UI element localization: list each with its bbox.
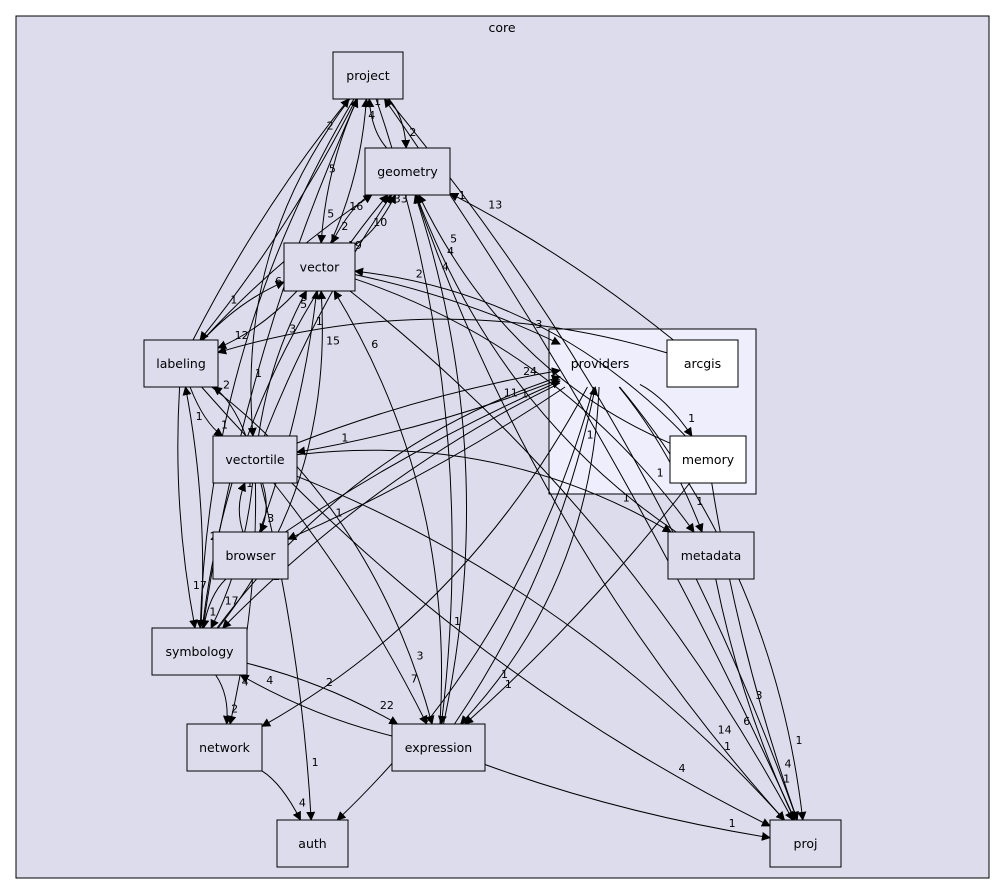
edge-label-project-to-labeling[interactable]: 1 xyxy=(230,293,237,306)
edge-label-symbology-to-vector[interactable]: 15 xyxy=(326,334,340,347)
edge-label-providers-to-browser[interactable]: 1 xyxy=(335,506,342,519)
edge-label-expression-to-proj[interactable]: 1 xyxy=(729,817,736,830)
edge-label-vectortile-to-metadata[interactable]: 1 xyxy=(623,492,630,505)
edge-label-labeling-to-geometry[interactable]: 16 xyxy=(349,200,363,213)
edge-label-browser-to-vector[interactable]: 1 xyxy=(316,315,323,328)
edge-label-vector-to-project[interactable]: 4 xyxy=(368,109,375,122)
node-providers[interactable]: providers xyxy=(571,356,630,371)
edge-label-vectortile-to-proj[interactable]: 1 xyxy=(724,740,731,753)
node-label-symbology[interactable]: symbology xyxy=(165,644,234,659)
edge-label-metadata-to-proj[interactable]: 1 xyxy=(783,772,790,785)
dependency-graph: core 21541212513123316101913544143126511… xyxy=(15,15,990,879)
edge-label-providers-to-metadata[interactable]: 1 xyxy=(696,495,703,508)
cluster-core xyxy=(15,15,990,879)
edge-label-arcgis-to-geometry[interactable]: 13 xyxy=(488,199,502,212)
edge-label-labeling-to-vector[interactable]: 6 xyxy=(275,275,282,288)
edge-label-labeling-to-symbology[interactable]: 17 xyxy=(193,579,207,592)
edge-label-labeling-to-vectortile[interactable]: 1 xyxy=(221,418,228,431)
edge-label-symbology-to-providers[interactable]: 11 xyxy=(504,387,518,400)
edge-label-symbology-to-expression[interactable]: 22 xyxy=(380,699,394,712)
node-memory[interactable]: memory xyxy=(669,435,747,484)
edge-label-vector-to-metadata[interactable]: 1 xyxy=(657,467,664,480)
node-label-project[interactable]: project xyxy=(346,68,389,83)
edge-label-project-to-proj[interactable]: 3 xyxy=(756,689,763,702)
edge-label-vectortile-to-auth[interactable]: 1 xyxy=(312,756,319,769)
node-label-labeling[interactable]: labeling xyxy=(156,356,206,371)
edge-label-vectortile-to-expression[interactable]: 7 xyxy=(411,672,418,685)
edge-label-labeling-to-proj[interactable]: 4 xyxy=(679,762,686,775)
edge-label-vectortile-to-symbology[interactable]: 17 xyxy=(225,595,239,608)
edge-label-browser-to-providers[interactable]: 1 xyxy=(521,387,528,400)
node-browser[interactable]: browser xyxy=(212,531,289,580)
edge-label-expression-to-vector[interactable]: 6 xyxy=(371,338,378,351)
edge-label-vectortile-to-providers[interactable]: 24 xyxy=(523,365,537,378)
edge-label-expression-to-geometry[interactable]: 4 xyxy=(442,260,449,273)
edge-label-project-to-geometry[interactable]: 2 xyxy=(409,126,416,139)
node-label-vector[interactable]: vector xyxy=(300,260,341,275)
node-label-vectortile[interactable]: vectortile xyxy=(225,452,284,467)
node-label-metadata[interactable]: metadata xyxy=(681,548,742,563)
edge-label-providers-to-network[interactable]: 2 xyxy=(326,676,333,689)
edge-label-memory-to-expression[interactable]: 1 xyxy=(505,678,512,691)
node-labeling[interactable]: labeling xyxy=(143,339,219,388)
edge-label-vectortile-to-labeling[interactable]: 2 xyxy=(223,379,230,392)
edge-label-memory-to-proj[interactable]: 4 xyxy=(785,758,792,771)
edge-label-vector-to-proj[interactable]: 6 xyxy=(743,715,750,728)
edge-label-metadata-to-geometry[interactable]: 4 xyxy=(447,245,454,258)
node-project[interactable]: project xyxy=(332,51,404,100)
edge-label-proj-to-project[interactable]: 1 xyxy=(459,189,466,202)
node-label-providers[interactable]: providers xyxy=(571,356,630,371)
edge-label-labeling-to-expression[interactable]: 3 xyxy=(416,649,423,662)
edge-label-vectortile-to-browser[interactable]: 3 xyxy=(267,512,274,525)
edge-label-providers-to-memory[interactable]: 1 xyxy=(688,412,695,425)
edge-label-symbology-to-project[interactable]: 5 xyxy=(329,162,336,175)
node-label-arcgis[interactable]: arcgis xyxy=(684,356,721,371)
edge-label-browser-to-symbology[interactable]: 1 xyxy=(209,605,216,618)
edge-label-memory-to-vector[interactable]: 2 xyxy=(416,267,423,280)
edge-label-symbology-to-network[interactable]: 2 xyxy=(231,702,238,715)
node-label-expression[interactable]: expression xyxy=(405,740,472,755)
edge-label-expression-to-symbology[interactable]: 4 xyxy=(266,674,273,687)
edge-label-network-to-auth[interactable]: 4 xyxy=(299,797,306,810)
node-label-network[interactable]: network xyxy=(199,740,251,755)
node-proj[interactable]: proj xyxy=(769,819,842,868)
edge-label-symbology-to-labeling[interactable]: 1 xyxy=(196,410,203,423)
cluster-title: core xyxy=(488,20,515,35)
edge-label-labeling-to-project[interactable]: 2 xyxy=(327,120,334,133)
node-auth[interactable]: auth xyxy=(276,819,349,868)
edge-label-vectortile-to-geometry[interactable]: 10 xyxy=(373,216,387,229)
node-arcgis[interactable]: arcgis xyxy=(666,339,739,388)
edge-label-geometry-to-vector[interactable]: 2 xyxy=(341,220,348,233)
node-expression[interactable]: expression xyxy=(391,723,486,772)
node-vector[interactable]: vector xyxy=(283,242,356,292)
edge-label-project-to-vector[interactable]: 5 xyxy=(327,207,334,220)
edge-label-vectortile-to-vector[interactable]: 5 xyxy=(300,298,307,311)
edge-label-project-to-expression[interactable]: 1 xyxy=(454,615,461,628)
edge-label-geometry-to-proj[interactable]: 14 xyxy=(718,723,732,736)
node-symbology[interactable]: symbology xyxy=(151,627,248,676)
node-geometry[interactable]: geometry xyxy=(364,147,451,196)
node-network[interactable]: network xyxy=(186,723,263,772)
edge-label-expression-to-providers[interactable]: 1 xyxy=(587,429,594,442)
edge-label-providers-to-vectortile[interactable]: 1 xyxy=(341,432,348,445)
edge-label-vectortile-to-network[interactable]: 4 xyxy=(242,675,249,688)
node-metadata[interactable]: metadata xyxy=(667,531,755,580)
node-label-geometry[interactable]: geometry xyxy=(377,164,438,179)
edge-label-vector-to-labeling[interactable]: 12 xyxy=(235,329,249,342)
edge-label-arcgis-to-labeling[interactable]: 3 xyxy=(289,322,296,335)
node-label-proj[interactable]: proj xyxy=(794,836,818,851)
edge-label-providers-to-proj[interactable]: 1 xyxy=(795,734,802,747)
node-label-browser[interactable]: browser xyxy=(225,548,276,563)
node-label-auth[interactable]: auth xyxy=(298,836,326,851)
node-vectortile[interactable]: vectortile xyxy=(212,435,298,484)
edge-label-project-to-vectortile[interactable]: 1 xyxy=(255,367,262,380)
edge-label-memory-to-geometry[interactable]: 5 xyxy=(450,233,457,246)
node-label-memory[interactable]: memory xyxy=(682,452,735,467)
edge-label-vector-to-providers[interactable]: 3 xyxy=(535,318,542,331)
